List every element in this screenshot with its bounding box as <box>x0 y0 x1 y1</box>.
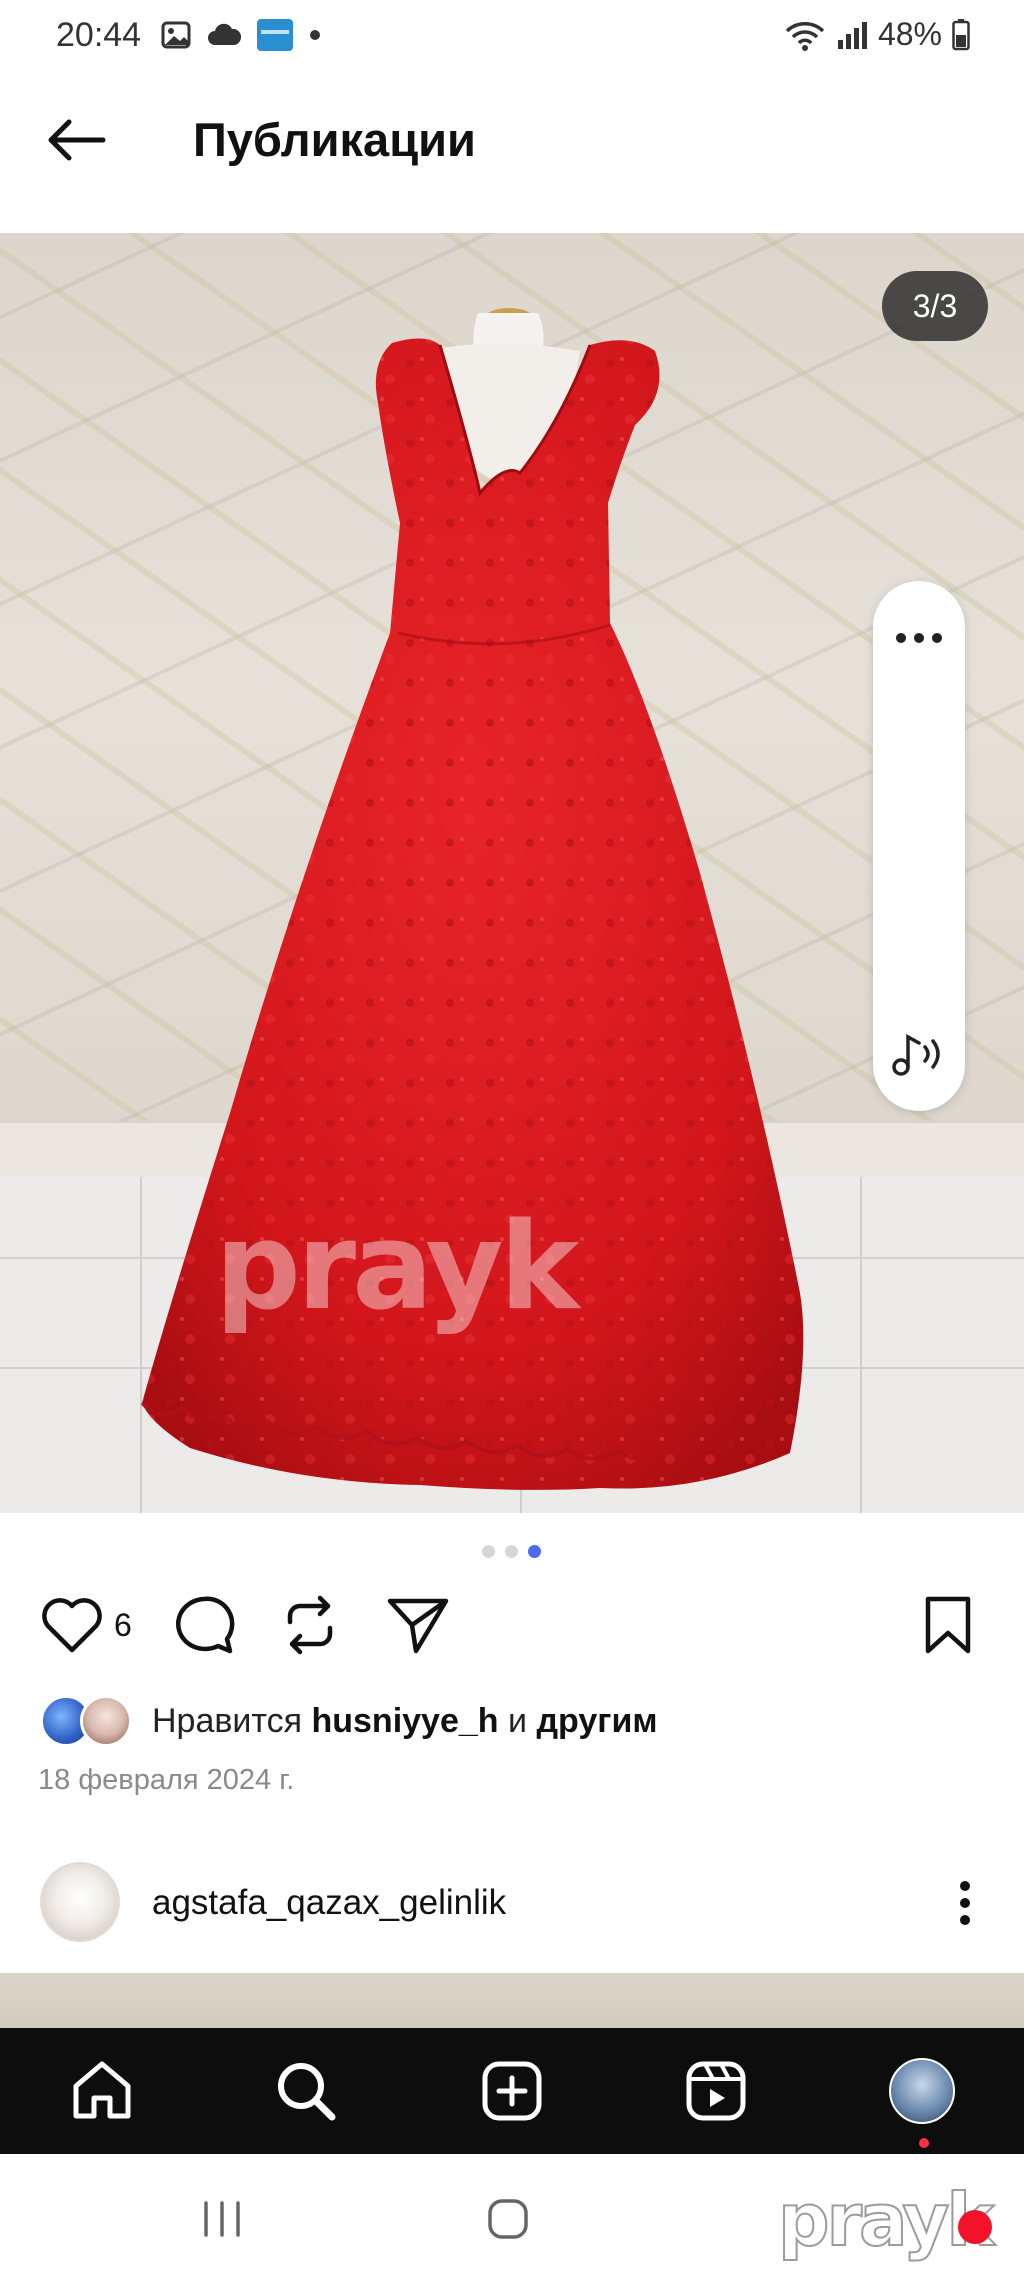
app-notification-icon <box>257 19 293 51</box>
likes-prefix: Нравится <box>152 1701 303 1740</box>
post-action-bar: 6 <box>0 1590 1024 1660</box>
recent-apps-icon <box>204 2200 240 2237</box>
likes-user-link[interactable]: husniyye_h <box>311 1702 498 1740</box>
likes-conjunction: и <box>508 1701 528 1740</box>
media-counter-badge: 3/3 <box>882 271 988 341</box>
likes-others-link[interactable]: другим <box>536 1702 657 1740</box>
repost-icon <box>287 1595 333 1655</box>
nav-reels[interactable] <box>656 2028 776 2154</box>
home-circle-icon <box>488 2198 528 2239</box>
page-title: Публикации <box>193 113 476 166</box>
watermark-logo-dot <box>958 2210 992 2244</box>
post-options-button[interactable] <box>940 1870 990 1936</box>
likes-summary[interactable]: Нравится husniyye_h и другим <box>40 1693 658 1749</box>
reels-icon <box>686 2061 746 2121</box>
status-time: 20:44 <box>56 16 142 54</box>
comment-icon <box>175 1596 235 1654</box>
like-button[interactable]: 6 <box>40 1590 132 1660</box>
search-icon <box>278 2063 336 2121</box>
battery-percent: 48% <box>877 16 942 52</box>
wifi-icon <box>785 21 825 51</box>
signal-icon <box>837 21 867 49</box>
cloud-icon <box>208 23 242 45</box>
home-icon <box>73 2061 131 2119</box>
image-icon <box>161 21 191 49</box>
app-header: Публикации <box>0 92 1024 188</box>
system-navigation-bar: prayk <box>0 2154 1024 2283</box>
home-system-button[interactable] <box>438 2154 578 2283</box>
carousel-dot-active <box>528 1545 541 1558</box>
carousel-indicator <box>482 1545 541 1558</box>
save-button[interactable] <box>922 1590 974 1660</box>
next-post-media-peek <box>0 1973 1024 2028</box>
author-username[interactable]: agstafa_qazax_gelinlik <box>152 1883 506 1923</box>
media-more-button[interactable] <box>873 603 965 673</box>
arrow-left-icon <box>48 119 106 161</box>
music-note-icon <box>892 1034 940 1076</box>
share-button[interactable] <box>386 1590 450 1660</box>
more-vertical-icon <box>960 1881 970 1925</box>
create-icon <box>482 2061 542 2121</box>
heart-icon <box>42 1598 102 1653</box>
status-system-icons: 48% <box>784 16 970 53</box>
avatar <box>889 2058 955 2148</box>
comment-button[interactable] <box>172 1590 236 1660</box>
recent-apps-button[interactable] <box>152 2154 292 2283</box>
repost-button[interactable] <box>280 1590 340 1660</box>
nav-profile[interactable] <box>862 2028 982 2154</box>
post-media[interactable]: prayk 3/3 <box>0 233 1024 1513</box>
likes-text: Нравится husniyye_h и другим <box>152 1702 658 1741</box>
carousel-dot <box>482 1545 495 1558</box>
more-horizontal-icon <box>896 633 942 643</box>
notification-dot <box>919 2138 929 2148</box>
post-date: 18 февраля 2024 г. <box>38 1764 295 1796</box>
nav-create[interactable] <box>452 2028 572 2154</box>
nav-home[interactable] <box>42 2028 162 2154</box>
back-button[interactable] <box>36 110 116 170</box>
avatar[interactable] <box>40 1862 120 1942</box>
audio-button[interactable] <box>873 1019 965 1089</box>
carousel-dot <box>505 1545 518 1558</box>
nav-search[interactable] <box>246 2028 366 2154</box>
avatar <box>80 1695 132 1747</box>
status-bar: 20:44 48% <box>0 0 1024 72</box>
dot-icon <box>310 30 320 40</box>
side-action-pill <box>873 581 965 1111</box>
bottom-navigation <box>0 2028 1024 2154</box>
next-post-header: agstafa_qazax_gelinlik <box>0 1858 1024 1948</box>
battery-icon <box>952 18 970 50</box>
like-count: 6 <box>114 1606 132 1643</box>
status-notification-icons <box>160 18 322 52</box>
liker-avatars <box>40 1695 134 1747</box>
watermark-text: prayk <box>215 1198 579 1337</box>
bookmark-icon <box>925 1596 971 1654</box>
send-icon <box>387 1598 449 1654</box>
